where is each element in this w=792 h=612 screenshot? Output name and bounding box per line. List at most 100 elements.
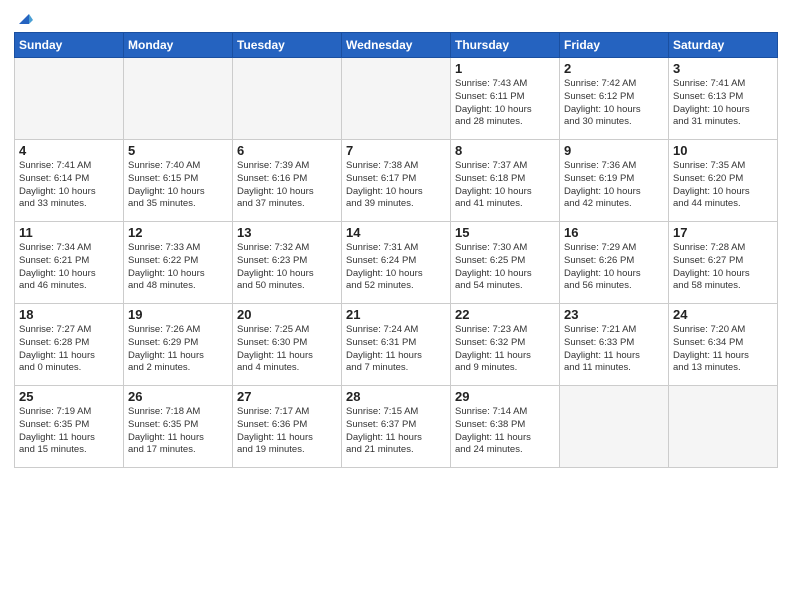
day-number: 27 — [237, 389, 337, 404]
day-info: Sunrise: 7:21 AMSunset: 6:33 PMDaylight:… — [564, 324, 664, 375]
day-info: Sunrise: 7:20 AMSunset: 6:34 PMDaylight:… — [673, 324, 773, 375]
day-info: Sunrise: 7:40 AMSunset: 6:15 PMDaylight:… — [128, 160, 228, 211]
day-number: 19 — [128, 307, 228, 322]
calendar-cell: 28 Sunrise: 7:15 AMSunset: 6:37 PMDayligh… — [342, 386, 451, 468]
col-header-friday: Friday — [560, 33, 669, 58]
day-info: Sunrise: 7:23 AMSunset: 6:32 PMDaylight:… — [455, 324, 555, 375]
calendar-cell: 22 Sunrise: 7:23 AMSunset: 6:32 PMDayligh… — [451, 304, 560, 386]
calendar-cell: 29Sunrise: 7:14 AMSunset: 6:38 PMDayligh… — [451, 386, 560, 468]
day-info: Sunrise: 7:42 AMSunset: 6:12 PMDaylight:… — [564, 78, 664, 129]
day-info: Sunrise: 7:24 AMSunset: 6:31 PMDaylight:… — [346, 324, 446, 375]
calendar-cell: 23 Sunrise: 7:21 AMSunset: 6:33 PMDayligh… — [560, 304, 669, 386]
day-number: 1 — [455, 61, 555, 76]
day-info: Sunrise: 7:38 AMSunset: 6:17 PMDaylight:… — [346, 160, 446, 211]
day-info: Sunrise: 7:25 AMSunset: 6:30 PMDaylight:… — [237, 324, 337, 375]
calendar-header-row: SundayMondayTuesdayWednesdayThursdayFrid… — [15, 33, 778, 58]
calendar-cell: 24 Sunrise: 7:20 AMSunset: 6:34 PMDayligh… — [669, 304, 778, 386]
day-number: 22 — [455, 307, 555, 322]
day-number: 14 — [346, 225, 446, 240]
calendar-cell: 5 Sunrise: 7:40 AMSunset: 6:15 PMDaylight… — [124, 140, 233, 222]
day-number: 25 — [19, 389, 119, 404]
col-header-tuesday: Tuesday — [233, 33, 342, 58]
calendar-cell: 21 Sunrise: 7:24 AMSunset: 6:31 PMDayligh… — [342, 304, 451, 386]
day-info: Sunrise: 7:33 AMSunset: 6:22 PMDaylight:… — [128, 242, 228, 293]
day-number: 6 — [237, 143, 337, 158]
calendar-table: SundayMondayTuesdayWednesdayThursdayFrid… — [14, 32, 778, 468]
calendar-week-row: 18 Sunrise: 7:27 AMSunset: 6:28 PMDayligh… — [15, 304, 778, 386]
day-number: 12 — [128, 225, 228, 240]
calendar-cell: 1 Sunrise: 7:43 AMSunset: 6:11 PMDaylight… — [451, 58, 560, 140]
calendar-cell — [342, 58, 451, 140]
day-info: Sunrise: 7:39 AMSunset: 6:16 PMDaylight:… — [237, 160, 337, 211]
day-number: 23 — [564, 307, 664, 322]
calendar-cell: 7Sunrise: 7:38 AMSunset: 6:17 PMDaylight… — [342, 140, 451, 222]
calendar-cell: 27Sunrise: 7:17 AMSunset: 6:36 PMDayligh… — [233, 386, 342, 468]
day-number: 10 — [673, 143, 773, 158]
day-info: Sunrise: 7:31 AMSunset: 6:24 PMDaylight:… — [346, 242, 446, 293]
calendar-cell: 4 Sunrise: 7:41 AMSunset: 6:14 PMDaylight… — [15, 140, 124, 222]
day-info: Sunrise: 7:28 AMSunset: 6:27 PMDaylight:… — [673, 242, 773, 293]
day-number: 8 — [455, 143, 555, 158]
day-info: Sunrise: 7:43 AMSunset: 6:11 PMDaylight:… — [455, 78, 555, 129]
calendar-cell: 19 Sunrise: 7:26 AMSunset: 6:29 PMDayligh… — [124, 304, 233, 386]
calendar-cell: 13 Sunrise: 7:32 AMSunset: 6:23 PMDayligh… — [233, 222, 342, 304]
logo — [14, 10, 33, 26]
logo-icon — [15, 10, 33, 28]
calendar-cell — [15, 58, 124, 140]
day-number: 24 — [673, 307, 773, 322]
col-header-monday: Monday — [124, 33, 233, 58]
col-header-thursday: Thursday — [451, 33, 560, 58]
day-number: 11 — [19, 225, 119, 240]
calendar-week-row: 1 Sunrise: 7:43 AMSunset: 6:11 PMDaylight… — [15, 58, 778, 140]
calendar-cell: 26 Sunrise: 7:18 AMSunset: 6:35 PMDayligh… — [124, 386, 233, 468]
day-info: Sunrise: 7:36 AMSunset: 6:19 PMDaylight:… — [564, 160, 664, 211]
calendar-cell: 18 Sunrise: 7:27 AMSunset: 6:28 PMDayligh… — [15, 304, 124, 386]
calendar-cell: 17Sunrise: 7:28 AMSunset: 6:27 PMDayligh… — [669, 222, 778, 304]
day-number: 28 — [346, 389, 446, 404]
calendar-cell — [560, 386, 669, 468]
calendar-cell: 3 Sunrise: 7:41 AMSunset: 6:13 PMDaylight… — [669, 58, 778, 140]
day-number: 29 — [455, 389, 555, 404]
day-number: 20 — [237, 307, 337, 322]
day-info: Sunrise: 7:26 AMSunset: 6:29 PMDaylight:… — [128, 324, 228, 375]
calendar-cell: 25 Sunrise: 7:19 AMSunset: 6:35 PMDayligh… — [15, 386, 124, 468]
day-number: 18 — [19, 307, 119, 322]
calendar-week-row: 25 Sunrise: 7:19 AMSunset: 6:35 PMDayligh… — [15, 386, 778, 468]
calendar-cell: 12 Sunrise: 7:33 AMSunset: 6:22 PMDayligh… — [124, 222, 233, 304]
day-info: Sunrise: 7:27 AMSunset: 6:28 PMDaylight:… — [19, 324, 119, 375]
day-number: 9 — [564, 143, 664, 158]
calendar-cell: 2 Sunrise: 7:42 AMSunset: 6:12 PMDaylight… — [560, 58, 669, 140]
page: SundayMondayTuesdayWednesdayThursdayFrid… — [0, 0, 792, 612]
day-info: Sunrise: 7:29 AMSunset: 6:26 PMDaylight:… — [564, 242, 664, 293]
col-header-sunday: Sunday — [15, 33, 124, 58]
day-info: Sunrise: 7:41 AMSunset: 6:13 PMDaylight:… — [673, 78, 773, 129]
calendar-cell: 10 Sunrise: 7:35 AMSunset: 6:20 PMDayligh… — [669, 140, 778, 222]
day-number: 3 — [673, 61, 773, 76]
day-info: Sunrise: 7:35 AMSunset: 6:20 PMDaylight:… — [673, 160, 773, 211]
day-number: 26 — [128, 389, 228, 404]
day-number: 2 — [564, 61, 664, 76]
calendar-cell — [669, 386, 778, 468]
calendar-cell: 6 Sunrise: 7:39 AMSunset: 6:16 PMDaylight… — [233, 140, 342, 222]
calendar-week-row: 4 Sunrise: 7:41 AMSunset: 6:14 PMDaylight… — [15, 140, 778, 222]
day-number: 16 — [564, 225, 664, 240]
col-header-saturday: Saturday — [669, 33, 778, 58]
day-info: Sunrise: 7:19 AMSunset: 6:35 PMDaylight:… — [19, 406, 119, 457]
calendar-cell: 16 Sunrise: 7:29 AMSunset: 6:26 PMDayligh… — [560, 222, 669, 304]
day-info: Sunrise: 7:18 AMSunset: 6:35 PMDaylight:… — [128, 406, 228, 457]
day-info: Sunrise: 7:41 AMSunset: 6:14 PMDaylight:… — [19, 160, 119, 211]
day-info: Sunrise: 7:15 AMSunset: 6:37 PMDaylight:… — [346, 406, 446, 457]
day-number: 4 — [19, 143, 119, 158]
calendar-cell: 20 Sunrise: 7:25 AMSunset: 6:30 PMDayligh… — [233, 304, 342, 386]
calendar-cell: 11Sunrise: 7:34 AMSunset: 6:21 PMDayligh… — [15, 222, 124, 304]
col-header-wednesday: Wednesday — [342, 33, 451, 58]
day-number: 21 — [346, 307, 446, 322]
calendar-cell: 14 Sunrise: 7:31 AMSunset: 6:24 PMDayligh… — [342, 222, 451, 304]
calendar-cell: 8 Sunrise: 7:37 AMSunset: 6:18 PMDaylight… — [451, 140, 560, 222]
day-number: 13 — [237, 225, 337, 240]
day-info: Sunrise: 7:32 AMSunset: 6:23 PMDaylight:… — [237, 242, 337, 293]
calendar-week-row: 11Sunrise: 7:34 AMSunset: 6:21 PMDayligh… — [15, 222, 778, 304]
day-info: Sunrise: 7:37 AMSunset: 6:18 PMDaylight:… — [455, 160, 555, 211]
day-number: 15 — [455, 225, 555, 240]
day-number: 5 — [128, 143, 228, 158]
